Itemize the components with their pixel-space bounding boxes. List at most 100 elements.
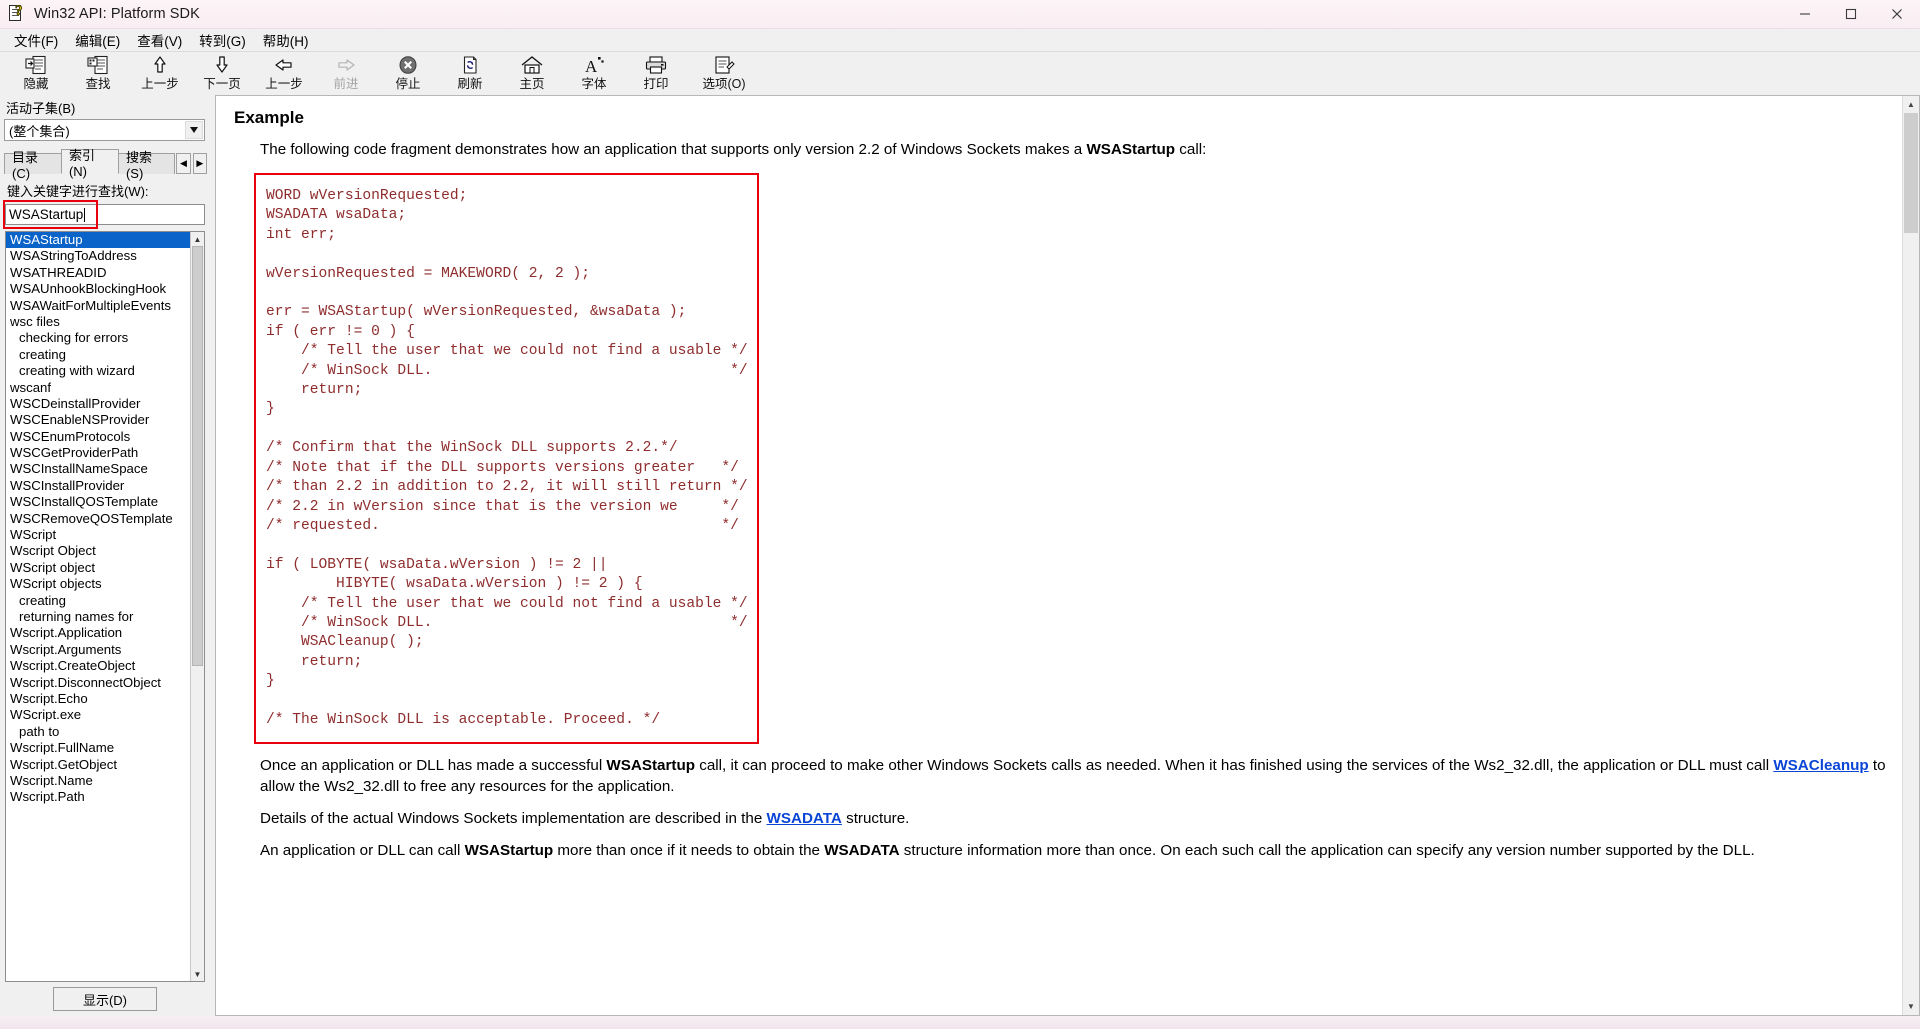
text-caret [84,207,86,222]
content-scrollbar-thumb[interactable] [1904,113,1918,233]
arrow-up-icon [147,53,173,76]
content-scroll-track[interactable] [1903,113,1919,998]
index-list-item[interactable]: wscanf [6,380,190,396]
refresh-icon [457,53,483,76]
toolbar-button-find[interactable]: 查找 [67,52,129,96]
tab-scroll-right-icon[interactable]: ▶ [192,153,208,174]
active-subset-label: 活动子集(B) [6,101,76,116]
index-list-item[interactable]: WSCDeinstallProvider [6,396,190,412]
index-list-item[interactable]: WScript object [6,560,190,576]
index-list-item[interactable]: Wscript.Application [6,625,190,641]
menu-view[interactable]: 查看(V) [129,28,191,52]
index-list-item[interactable]: path to [6,724,190,740]
toolbar-button-refresh[interactable]: 刷新 [439,52,501,96]
index-list-item[interactable]: Wscript Object [6,543,190,559]
title-bar: ? Win32 API: Platform SDK [0,0,1920,29]
navigation-pane: 活动子集(B) (整个集合) 目录(C) 索引(N) 搜索(S) ◀ ▶ 键入关… [0,95,210,1016]
index-list-item[interactable]: WScript.exe [6,707,190,723]
index-list-item[interactable]: Wscript.Path [6,789,190,805]
index-list-item[interactable]: creating [6,593,190,609]
content-scrollbar[interactable]: ▲ ▼ [1902,96,1919,1015]
index-list-item[interactable]: Wscript.Echo [6,691,190,707]
menu-edit[interactable]: 编辑(E) [67,28,129,52]
index-list-scrollbar[interactable]: ▲ ▼ [190,232,204,981]
index-list-item[interactable]: WSCInstallNameSpace [6,461,190,477]
link-wsacleanup[interactable]: WSACleanup [1773,757,1868,774]
intro-api-name: WSAStartup [1086,141,1176,158]
font-icon: A [581,53,607,76]
index-list-item[interactable]: WSATHREADID [6,265,190,281]
index-list-item[interactable]: WSCInstallQOSTemplate [6,494,190,510]
toolbar-label-find: 查找 [85,77,111,91]
active-subset-combo[interactable]: (整个集合) [4,119,205,141]
menu-goto[interactable]: 转到(G) [191,28,255,52]
index-list-item[interactable]: creating with wizard [6,363,190,379]
toolbar-label-forward: 前进 [333,77,359,91]
toolbar-label-stop: 停止 [395,77,421,91]
scroll-up-icon[interactable]: ▲ [191,232,204,246]
nav-tabs: 目录(C) 索引(N) 搜索(S) ◀ ▶ [4,148,208,181]
p3-api-wsadata: WSADATA [824,842,900,860]
index-listbox[interactable]: WSAStartup WSAStringToAddress WSATHREADID W… [5,231,205,982]
index-list-item[interactable]: WScript objects [6,576,190,592]
index-list-item[interactable]: WSCEnumProtocols [6,429,190,445]
intro-paragraph: The following code fragment demonstrates… [260,139,1888,160]
hide-pane-icon [23,53,49,76]
toolbar-button-hide[interactable]: 隐藏 [5,52,67,96]
content-scroll-down-icon[interactable]: ▼ [1903,998,1919,1015]
code-sample-text: WORD wVersionRequested; WSADATA wsaData;… [266,188,748,728]
index-list-item[interactable]: Wscript.Arguments [6,642,190,658]
index-list-item[interactable]: Wscript.Name [6,773,190,789]
content-scroll-up-icon[interactable]: ▲ [1903,96,1919,113]
index-list-item[interactable]: WSCEnableNSProvider [6,412,190,428]
index-list-item[interactable]: Wscript.CreateObject [6,658,190,674]
index-list-item[interactable]: creating [6,347,190,363]
svg-text:A: A [585,57,598,75]
p2-text-b: structure. [841,810,910,828]
index-list-item[interactable]: Wscript.DisconnectObject [6,675,190,691]
show-button[interactable]: 显示(D) [53,987,157,1011]
index-list-item[interactable]: WSAWaitForMultipleEvents [6,298,190,314]
toolbar-button-font[interactable]: A 字体 [563,52,625,96]
arrow-down-icon [209,53,235,76]
index-list-item[interactable]: WSCGetProviderPath [6,445,190,461]
tab-search[interactable]: 搜索(S) [117,150,176,181]
toolbar-button-home[interactable]: 主页 [501,52,563,96]
toolbar-button-print[interactable]: 打印 [625,52,687,96]
keyword-input[interactable]: WSAStartup [5,204,205,225]
menu-help[interactable]: 帮助(H) [255,28,318,52]
bottom-strip [0,1016,1920,1029]
scrollbar-thumb[interactable] [192,246,203,666]
toolbar-button-back[interactable]: 上一步 [253,52,315,96]
scroll-down-icon[interactable]: ▼ [191,967,204,981]
index-list-item[interactable]: wsc files [6,314,190,330]
index-list-item[interactable]: WSCRemoveQOSTemplate [6,511,190,527]
p2-text-a: Details of the actual Windows Sockets im… [260,810,767,828]
toolbar-button-stop[interactable]: 停止 [377,52,439,96]
chevron-down-icon[interactable] [185,121,203,139]
index-list-item[interactable]: WScript [6,527,190,543]
index-list-item[interactable]: WSAStartup [6,232,190,249]
menu-file[interactable]: 文件(F) [6,28,67,52]
index-list-item[interactable]: returning names for [6,609,190,625]
toolbar-button-previous-step-up[interactable]: 上一步 [129,52,191,96]
toolbar-button-next-page[interactable]: 下一页 [191,52,253,96]
toolbar-label-hide: 隐藏 [23,77,49,91]
link-wsadata[interactable]: WSADATA [767,810,842,827]
tab-contents[interactable]: 目录(C) [4,150,62,181]
maximize-button[interactable] [1828,0,1874,29]
index-list-item[interactable]: Wscript.FullName [6,740,190,756]
minimize-button[interactable] [1782,0,1828,29]
tab-index[interactable]: 索引(N) [60,148,119,179]
p3-text-c: more than once if it needs to obtain the [553,842,825,860]
index-list-item[interactable]: checking for errors [6,330,190,346]
toolbar-button-options[interactable]: 选项(O) [687,52,761,96]
index-list-item[interactable]: WSAUnhookBlockingHook [6,281,190,297]
toolbar-label-print: 打印 [643,77,669,91]
close-button[interactable] [1874,0,1920,29]
index-list: WSAStartup WSAStringToAddress WSATHREADID W… [6,232,190,981]
index-list-item[interactable]: WSCInstallProvider [6,478,190,494]
index-list-item[interactable]: WSAStringToAddress [6,248,190,264]
tab-scroll-left-icon[interactable]: ◀ [176,153,191,174]
index-list-item[interactable]: Wscript.GetObject [6,757,190,773]
